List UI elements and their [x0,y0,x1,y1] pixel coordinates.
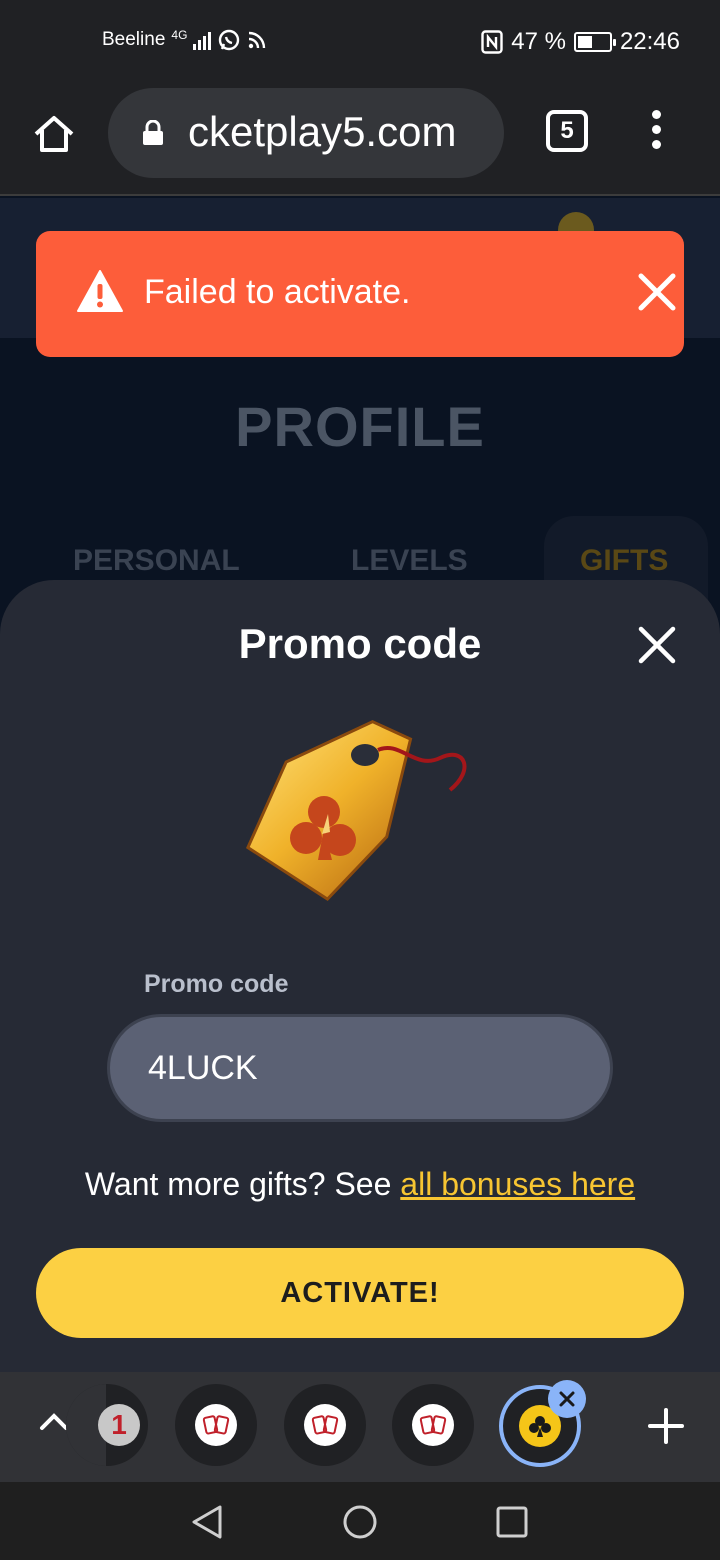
url-text: cketplay5.com [188,108,457,155]
back-icon[interactable] [190,1504,224,1540]
error-toast: Failed to activate. [36,231,684,357]
tab-thumbnail[interactable] [284,1384,366,1466]
cast-icon [249,31,266,49]
tab-count-button[interactable]: 5 [546,110,588,152]
battery-icon [573,32,616,52]
cards-icon [412,1404,454,1446]
cards-icon [195,1404,237,1446]
page-title: PROFILE [235,395,485,458]
carrier-name: Beeline [102,29,166,50]
close-toast-icon[interactable] [636,271,678,313]
promo-tag-illustration [245,720,467,902]
toast-message: Failed to activate. [144,273,411,311]
activate-button[interactable]: ACTIVATE! [36,1248,684,1338]
promo-code-label: Promo code [144,970,289,998]
modal-title: Promo code [238,620,482,667]
close-modal-icon[interactable] [638,626,676,664]
more-gifts-text: Want more gifts? See all bonuses here [0,1166,720,1203]
tab-levels[interactable]: LEVELS [351,544,468,578]
tab-personal[interactable]: PERSONAL [73,544,240,578]
tab-gifts[interactable]: GIFTS [580,544,668,578]
cards-icon [304,1404,346,1446]
system-nav-bar [0,1482,720,1560]
promo-code-input[interactable] [107,1014,613,1122]
lock-icon [143,120,163,145]
clock: 22:46 [619,28,680,55]
recents-icon[interactable] [496,1506,528,1538]
screen: Beeline 4G 47 % 22:46 cketplay5.com 5 Fa… [0,0,720,1560]
address-bar[interactable]: cketplay5.com [108,88,504,178]
overflow-menu-icon[interactable] [646,110,666,154]
signal-icon [193,30,212,50]
status-bar: Beeline 4G 47 % 22:46 [0,0,720,86]
home-icon[interactable] [30,110,78,158]
all-bonuses-link[interactable]: all bonuses here [400,1166,635,1202]
battery-fill [577,36,593,48]
battery-percent: 47 % [511,28,566,55]
more-gifts-prefix: Want more gifts? See [84,1166,401,1202]
tab-favicon: 1 [98,1404,140,1446]
close-tab-icon[interactable] [548,1380,586,1418]
tab-strip: 1 [0,1372,720,1482]
home-nav-icon[interactable] [342,1504,378,1540]
promo-code-modal: Promo code Promo code Want more gifts? S… [0,580,720,1372]
new-tab-icon[interactable] [646,1406,686,1446]
network-type: 4G [171,28,188,42]
tab-thumbnail[interactable] [175,1384,257,1466]
nfc-icon [481,30,503,54]
whatsapp-icon [219,29,240,51]
browser-toolbar: cketplay5.com 5 [0,86,720,196]
tab-thumbnail[interactable] [392,1384,474,1466]
tab-thumbnail[interactable]: 1 [66,1384,148,1466]
warning-icon [77,270,123,312]
